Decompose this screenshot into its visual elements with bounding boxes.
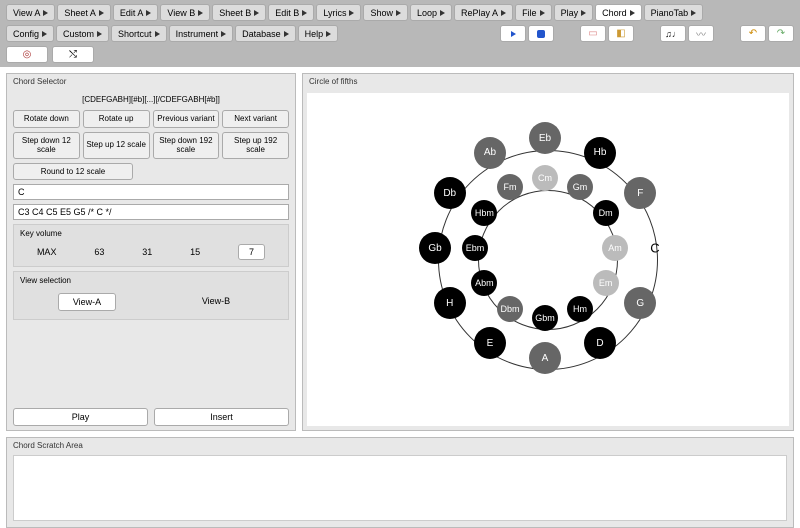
notes-icon-button[interactable]: ♫♩: [660, 25, 686, 42]
view-b-button[interactable]: View-B: [188, 293, 244, 311]
circle-note-Dbm[interactable]: Dbm: [497, 296, 523, 322]
toolbar-chord[interactable]: Chord: [595, 4, 642, 21]
round-to-12-button[interactable]: Round to 12 scale: [13, 163, 133, 180]
circle-note-Gb[interactable]: Gb: [419, 232, 451, 264]
play-button[interactable]: Play: [13, 408, 148, 426]
circle-note-A[interactable]: A: [529, 342, 561, 374]
circle-note-Gm[interactable]: Gm: [567, 174, 593, 200]
redo-button[interactable]: ↷: [768, 25, 794, 42]
volume-15[interactable]: 15: [190, 247, 200, 257]
chord-syntax-label: [CDEFGABH][#b][...][/CDEFGABH[#b]]: [13, 93, 289, 106]
play-icon-button[interactable]: [500, 25, 526, 42]
view-selection-label: View selection: [16, 274, 286, 287]
rotate-down-button[interactable]: Rotate down: [13, 110, 80, 128]
circle-note-Gbm[interactable]: Gbm: [532, 305, 558, 331]
circle-note-F[interactable]: F: [624, 177, 656, 209]
toolbar-help[interactable]: Help: [298, 25, 339, 42]
circle-note-C[interactable]: C: [650, 241, 659, 256]
shuffle-icon-button[interactable]: ⤭: [52, 46, 94, 63]
circle-note-Am[interactable]: Am: [602, 235, 628, 261]
circle-note-Eb[interactable]: Eb: [529, 122, 561, 154]
chord-notes-input[interactable]: [13, 204, 289, 220]
toolbar-custom[interactable]: Custom: [56, 25, 109, 42]
circle-note-Hm[interactable]: Hm: [567, 296, 593, 322]
rotate-up-button[interactable]: Rotate up: [83, 110, 150, 128]
circle-note-Ab[interactable]: Ab: [474, 137, 506, 169]
circle-note-Ebm[interactable]: Ebm: [462, 235, 488, 261]
volume-7[interactable]: 7: [238, 244, 265, 260]
toolbar-show[interactable]: Show: [363, 4, 408, 21]
step-down-12-button[interactable]: Step down 12 scale: [13, 132, 80, 159]
toolbar-loop[interactable]: Loop: [410, 4, 452, 21]
tool-icon-2[interactable]: ◧: [608, 25, 634, 42]
scratch-title: Chord Scratch Area: [7, 438, 793, 453]
circle-note-Abm[interactable]: Abm: [471, 270, 497, 296]
toolbar: View ASheet AEdit AView BSheet BEdit BLy…: [0, 0, 800, 67]
toolbar-replay-a[interactable]: RePlay A: [454, 4, 513, 21]
toolbar-edit-b[interactable]: Edit B: [268, 4, 314, 21]
next-variant-button[interactable]: Next variant: [222, 110, 289, 128]
toolbar-pianotab[interactable]: PianoTab: [644, 4, 704, 21]
circle-note-Em[interactable]: Em: [593, 270, 619, 296]
toolbar-edit-a[interactable]: Edit A: [113, 4, 159, 21]
toolbar-config[interactable]: Config: [6, 25, 54, 42]
volume-MAX[interactable]: MAX: [37, 247, 57, 257]
toolbar-view-a[interactable]: View A: [6, 4, 55, 21]
volume-31[interactable]: 31: [142, 247, 152, 257]
undo-button[interactable]: ↶: [740, 25, 766, 42]
wave-icon-button[interactable]: 〰: [688, 25, 714, 42]
circle-note-Dm[interactable]: Dm: [593, 200, 619, 226]
toolbar-file[interactable]: File: [515, 4, 552, 21]
circle-note-G[interactable]: G: [624, 287, 656, 319]
circle-note-Fm[interactable]: Fm: [497, 174, 523, 200]
circle-note-D[interactable]: D: [584, 327, 616, 359]
toolbar-sheet-b[interactable]: Sheet B: [212, 4, 266, 21]
toolbar-play[interactable]: Play: [554, 4, 594, 21]
key-volume-label: Key volume: [16, 227, 286, 240]
volume-63[interactable]: 63: [94, 247, 104, 257]
circle-note-E[interactable]: E: [474, 327, 506, 359]
circle-title: Circle of fifths: [303, 74, 793, 89]
stop-icon-button[interactable]: [528, 25, 554, 42]
circle-note-Db[interactable]: Db: [434, 177, 466, 209]
step-up-192-button[interactable]: Step up 192 scale: [222, 132, 289, 159]
tool-icon-1[interactable]: ▭: [580, 25, 606, 42]
toolbar-shortcut[interactable]: Shortcut: [111, 25, 167, 42]
toolbar-view-b[interactable]: View B: [160, 4, 210, 21]
chord-selector-panel: Chord Selector [CDEFGABH][#b][...][/CDEF…: [6, 73, 296, 431]
circle-note-H[interactable]: H: [434, 287, 466, 319]
circle-note-Cm[interactable]: Cm: [532, 165, 558, 191]
key-volume-section: Key volume MAX 63 31 15 7: [13, 224, 289, 267]
target-icon-button[interactable]: ◎: [6, 46, 48, 63]
toolbar-instrument[interactable]: Instrument: [169, 25, 234, 42]
circle-note-Hb[interactable]: Hb: [584, 137, 616, 169]
chord-input[interactable]: [13, 184, 289, 200]
chord-scratch-panel: Chord Scratch Area: [6, 437, 794, 528]
toolbar-lyrics[interactable]: Lyrics: [316, 4, 361, 21]
circle-note-Hbm[interactable]: Hbm: [471, 200, 497, 226]
toolbar-database[interactable]: Database: [235, 25, 296, 42]
scratch-area[interactable]: [13, 455, 787, 521]
step-up-12-button[interactable]: Step up 12 scale: [83, 132, 150, 159]
view-a-button[interactable]: View-A: [58, 293, 116, 311]
previous-variant-button[interactable]: Previous variant: [153, 110, 220, 128]
view-selection-section: View selection View-A View-B: [13, 271, 289, 320]
step-down-192-button[interactable]: Step down 192 scale: [153, 132, 220, 159]
circle-canvas: Eb HbF C GDAEH Gb DbAb Cm GmDm Am EmHm Gbm DbmAbm Eb…: [307, 93, 789, 426]
circle-of-fifths-panel: Circle of fifths Eb HbF C GDAEH Gb DbAb Cm GmDm…: [302, 73, 794, 431]
toolbar-sheet-a[interactable]: Sheet A: [57, 4, 111, 21]
insert-button[interactable]: Insert: [154, 408, 289, 426]
chord-selector-title: Chord Selector: [7, 74, 295, 89]
